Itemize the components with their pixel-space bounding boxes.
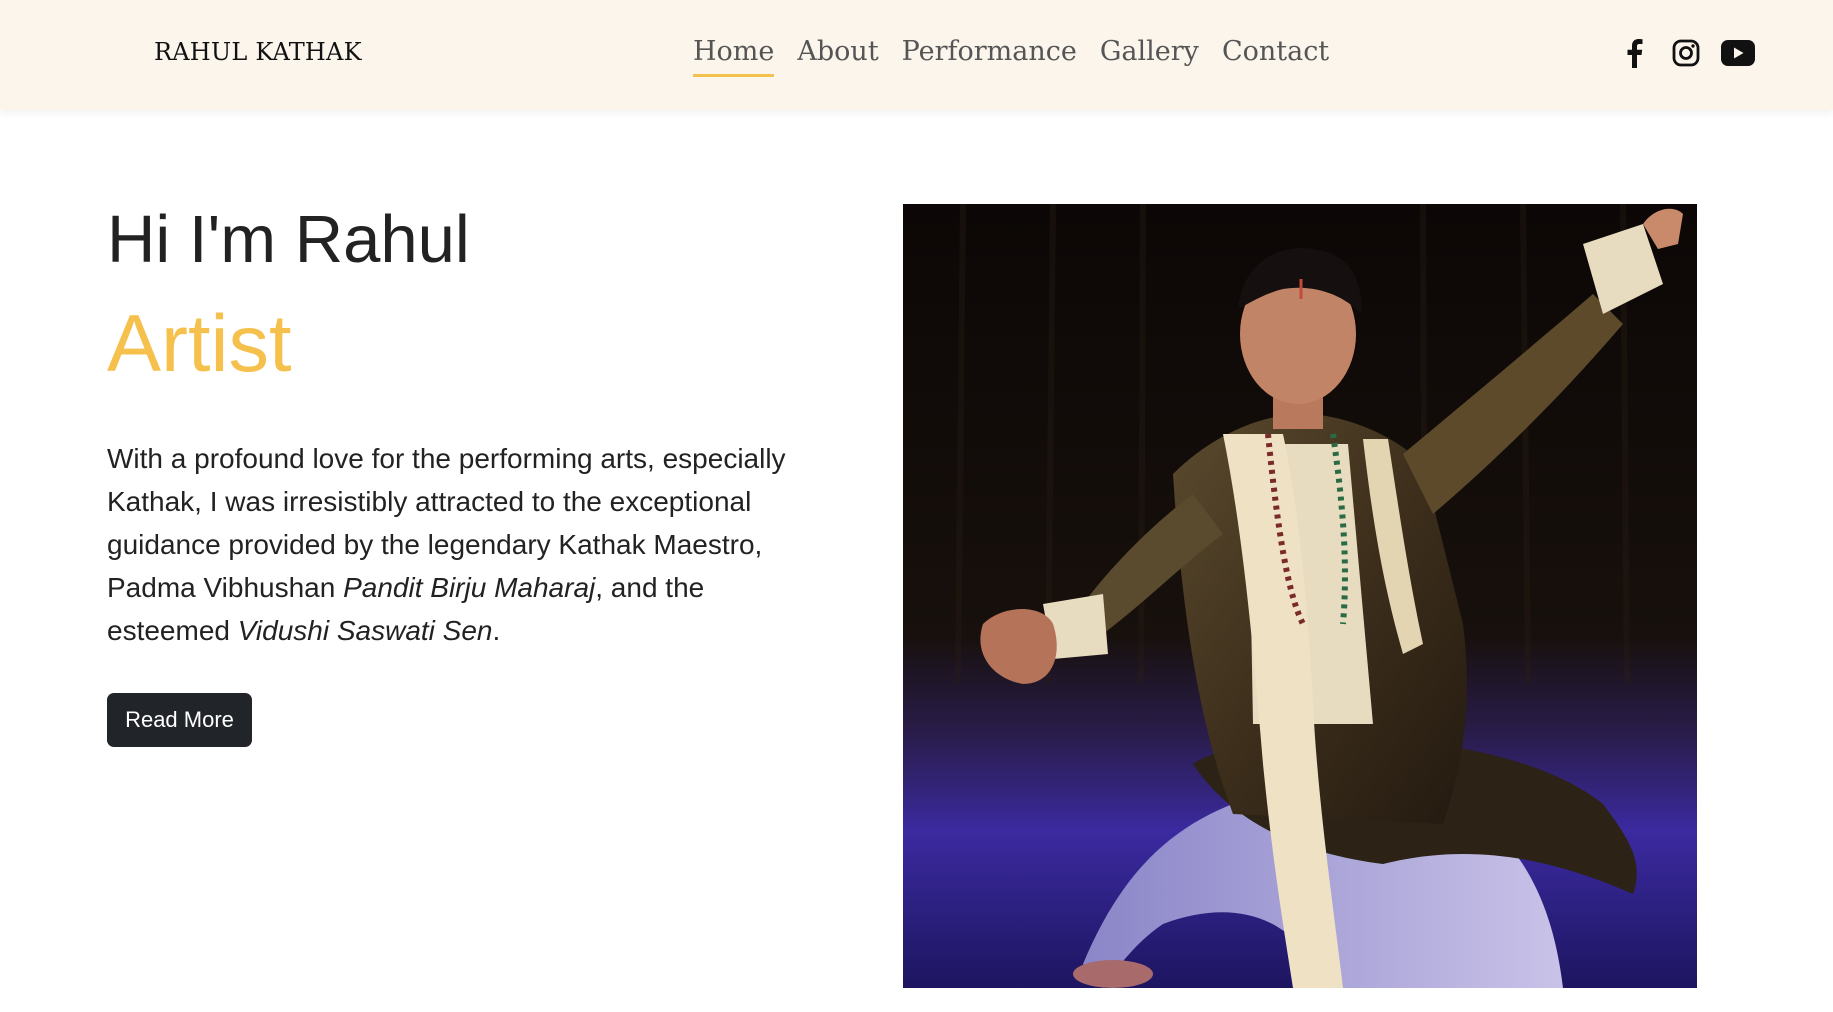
brand-logo[interactable]: RAHUL KATHAK (154, 38, 362, 66)
nav-home[interactable]: Home (693, 36, 775, 78)
hero-bio: With a profound love for the performing … (107, 437, 827, 652)
hero-role: Artist (107, 298, 292, 389)
bio-name-birju-maharaj: Pandit Birju Maharaj (343, 571, 596, 603)
bio-text-3: . (492, 614, 501, 646)
nav-performance[interactable]: Performance (902, 36, 1077, 77)
social-links (1617, 36, 1755, 70)
hero-text: Hi I'm Rahul Artist With a profound love… (107, 198, 827, 652)
instagram-icon[interactable] (1669, 36, 1703, 70)
hero-greeting: Hi I'm Rahul (107, 202, 470, 277)
facebook-icon[interactable] (1617, 36, 1651, 70)
nav-about[interactable]: About (797, 36, 878, 77)
youtube-icon[interactable] (1721, 36, 1755, 70)
bio-name-saswati-sen: Vidushi Saswati Sen (237, 614, 493, 646)
nav-contact[interactable]: Contact (1222, 36, 1329, 77)
hero-photo (903, 204, 1697, 988)
read-more-button[interactable]: Read More (107, 693, 252, 747)
nav-gallery[interactable]: Gallery (1100, 36, 1199, 77)
navbar: RAHUL KATHAK Home About Performance Gall… (0, 0, 1833, 110)
nav-links: Home About Performance Gallery Contact (693, 36, 1352, 78)
kathak-dancer-image (903, 204, 1697, 988)
